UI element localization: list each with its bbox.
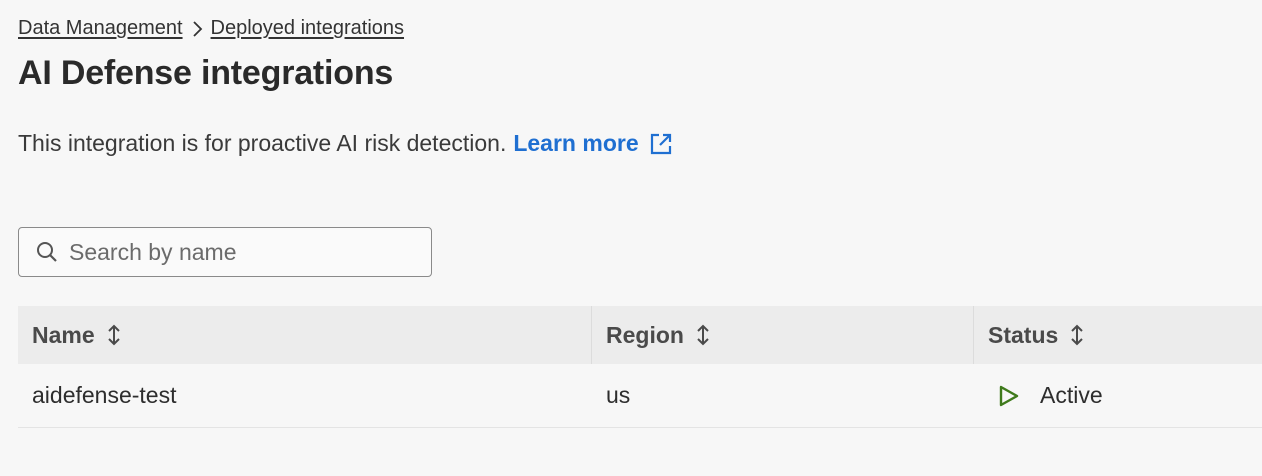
breadcrumb-deployed-integrations[interactable]: Deployed integrations [211, 17, 404, 40]
sort-icon [696, 323, 710, 347]
learn-more-label: Learn more [513, 130, 639, 156]
table-header: Name Region Status [18, 306, 1262, 364]
sort-icon [107, 323, 121, 347]
page-title: AI Defense integrations [18, 54, 394, 92]
learn-more-link[interactable]: Learn more [513, 130, 672, 157]
status-label: Active [1040, 382, 1103, 408]
chevron-right-icon [191, 20, 203, 38]
column-label: Name [32, 321, 95, 348]
integrations-table: Name Region Status aidefense-test us Act… [18, 306, 1262, 428]
sort-icon [1070, 323, 1084, 347]
breadcrumb: Data Management Deployed integrations [18, 17, 404, 40]
cell-name: aidefense-test [32, 382, 177, 408]
table-row[interactable]: aidefense-test us Active [18, 364, 1262, 428]
cell-status: Active [974, 382, 1262, 409]
column-header-name[interactable]: Name [18, 306, 592, 364]
page: Data Management Deployed integrations AI… [0, 0, 1262, 476]
search-box[interactable] [18, 227, 432, 277]
external-link-icon [649, 132, 673, 156]
search-input[interactable] [69, 238, 409, 266]
play-icon [998, 384, 1020, 408]
breadcrumb-data-management[interactable]: Data Management [18, 17, 183, 40]
column-label: Region [606, 321, 684, 348]
search-icon [35, 240, 59, 264]
cell-region: us [606, 382, 631, 408]
column-header-status[interactable]: Status [974, 306, 1262, 364]
page-description: This integration is for proactive AI ris… [18, 130, 673, 157]
column-label: Status [988, 321, 1059, 348]
description-text: This integration is for proactive AI ris… [18, 130, 507, 156]
column-header-region[interactable]: Region [592, 306, 974, 364]
